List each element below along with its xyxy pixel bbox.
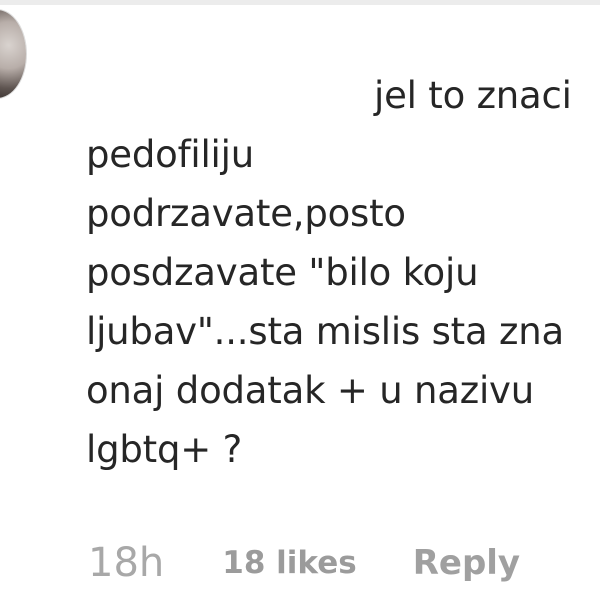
comment-line: podrzavate,posto xyxy=(86,192,406,235)
likes-count-button[interactable]: 18 likes xyxy=(222,545,356,581)
reply-button[interactable]: Reply xyxy=(413,543,520,583)
comment-text: jel to znaci pedofiliju podrzavate,posto… xyxy=(86,66,600,479)
timestamp: 18h xyxy=(88,540,165,586)
comment-line: ljubav"...sta mislis sta zna xyxy=(86,310,564,353)
comment-view: jel to znaci pedofiliju podrzavate,posto… xyxy=(0,0,600,600)
profile-avatar-icon[interactable] xyxy=(0,10,26,98)
comment-line: onaj dodatak + u nazivu xyxy=(86,369,534,412)
comment-line: pedofiliju xyxy=(86,133,254,176)
comment-line: lgbtq+ ? xyxy=(86,428,243,471)
comment-line: posdzavate "bilo koju xyxy=(86,251,479,294)
comment-line: jel to znaci xyxy=(374,74,572,117)
comment-meta: 18h 18 likes Reply xyxy=(88,538,520,588)
divider xyxy=(0,0,600,5)
